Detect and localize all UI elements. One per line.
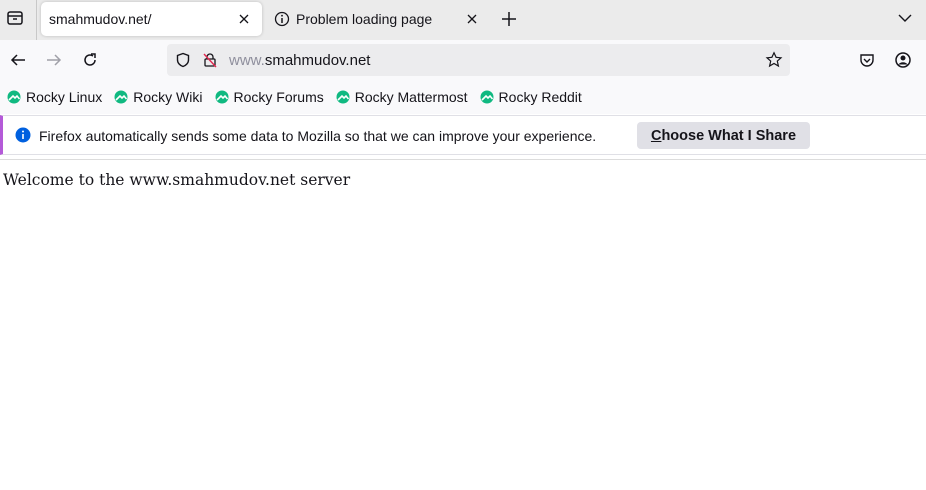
account-button[interactable] — [893, 50, 913, 70]
button-label: hoose What I Share — [661, 127, 797, 144]
url-text[interactable]: www.smahmudov.net — [229, 52, 370, 69]
list-all-tabs-button[interactable] — [897, 10, 913, 26]
page-content: Welcome to the www.smahmudov.net server — [0, 159, 926, 189]
new-tab-button[interactable] — [500, 10, 518, 28]
bookmark-rocky-reddit[interactable]: Rocky Reddit — [480, 89, 582, 105]
account-icon — [895, 52, 911, 68]
bookmark-label: Rocky Forums — [233, 89, 324, 105]
tab-problem-loading[interactable]: Problem loading page — [268, 2, 490, 36]
bookmark-label: Rocky Reddit — [498, 89, 582, 105]
url-host: smahmudov.net — [264, 52, 371, 69]
forward-button[interactable] — [44, 50, 64, 70]
tab-title: smahmudov.net/ — [49, 11, 152, 27]
plus-icon — [502, 12, 516, 26]
welcome-text: Welcome to the www.smahmudov.net server — [3, 171, 351, 189]
bookmark-label: Rocky Linux — [26, 89, 103, 105]
firefox-view-icon — [7, 11, 23, 25]
arrow-left-icon — [10, 54, 25, 66]
pocket-button[interactable] — [857, 50, 877, 70]
close-icon — [239, 14, 249, 24]
bookmark-label: Rocky Mattermost — [354, 89, 468, 105]
info-icon — [274, 11, 290, 27]
back-button[interactable] — [8, 50, 28, 70]
url-bar[interactable]: www.smahmudov.net — [167, 44, 790, 76]
bookmark-rocky-mattermost[interactable]: Rocky Mattermost — [336, 89, 468, 105]
bookmark-star-icon[interactable] — [765, 51, 783, 69]
close-icon — [467, 14, 477, 24]
rocky-logo-icon — [114, 90, 128, 104]
reload-icon — [84, 53, 96, 66]
accesskey: C — [650, 127, 662, 144]
rocky-logo-icon — [215, 90, 228, 104]
bookmark-rocky-wiki[interactable]: Rocky Wiki — [114, 89, 203, 105]
rocky-logo-icon — [7, 90, 21, 104]
rocky-logo-icon — [336, 90, 350, 104]
url-prefix: www. — [229, 52, 265, 69]
divider — [36, 0, 37, 40]
bookmark-rocky-linux[interactable]: Rocky Linux — [7, 89, 102, 105]
arrow-right-icon — [47, 54, 62, 66]
tab-bar: smahmudov.net/ Problem loading page — [0, 0, 926, 40]
rocky-logo-icon — [480, 90, 494, 104]
insecure-lock-icon[interactable] — [202, 52, 218, 68]
reload-button[interactable] — [80, 50, 100, 70]
notification-message: Firefox automatically sends some data to… — [39, 128, 597, 144]
bookmark-label: Rocky Wiki — [133, 89, 203, 105]
firefox-view-button[interactable] — [6, 9, 26, 29]
close-tab-button[interactable] — [236, 11, 252, 27]
bookmarks-toolbar: Rocky Linux Rocky Wiki Rocky Forums Rock… — [0, 80, 926, 114]
data-reporting-notification: Firefox automatically sends some data to… — [0, 115, 926, 155]
info-icon — [15, 127, 31, 143]
tab-title: Problem loading page — [296, 11, 433, 27]
tab-smahmudov[interactable]: smahmudov.net/ — [41, 2, 262, 36]
bookmark-rocky-forums[interactable]: Rocky Forums — [215, 89, 324, 105]
tracking-protection-shield-icon[interactable] — [175, 52, 191, 68]
close-tab-button[interactable] — [464, 11, 480, 27]
choose-what-i-share-button[interactable]: Choose What I Share — [637, 122, 810, 149]
chevron-down-icon — [898, 14, 912, 22]
pocket-icon — [860, 54, 874, 67]
